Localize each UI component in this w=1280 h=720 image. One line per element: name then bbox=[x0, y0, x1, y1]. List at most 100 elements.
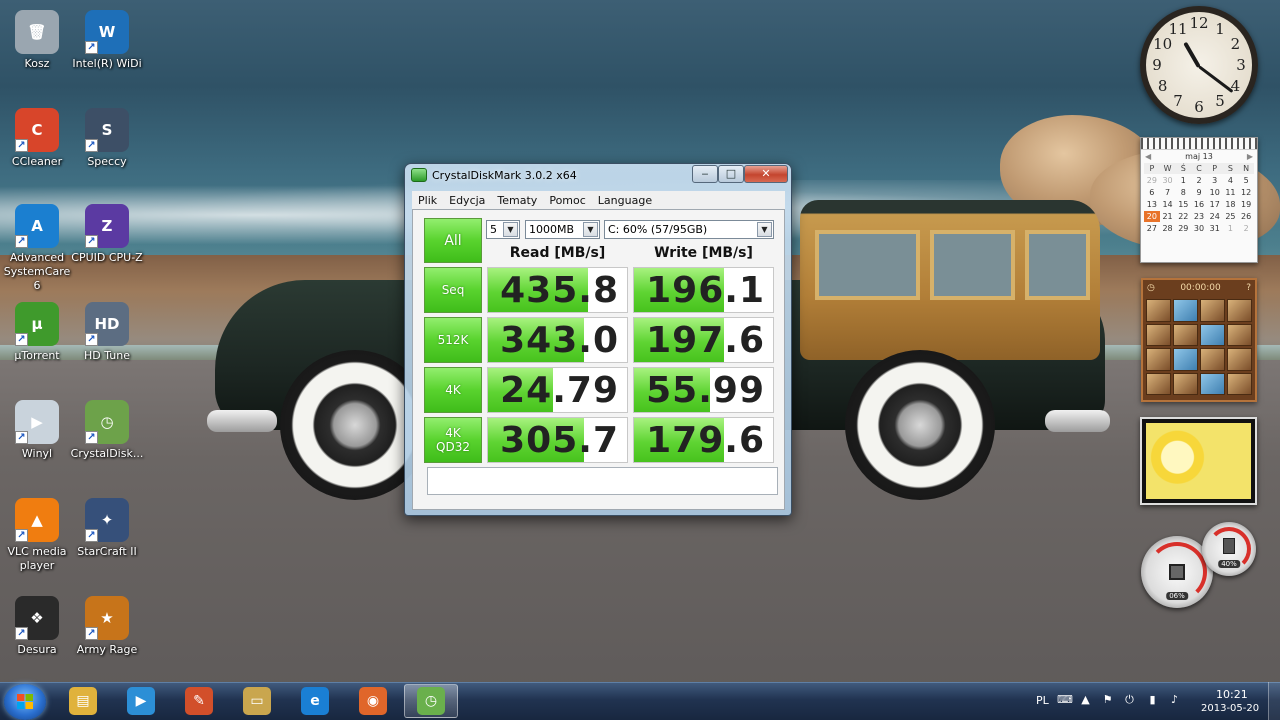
picture-puzzle-gadget[interactable]: ◷ 00:00:00 ? bbox=[1141, 278, 1257, 402]
menu-edycja[interactable]: Edycja bbox=[443, 194, 491, 207]
desktop-icon[interactable]: HD ↗ HD Tune bbox=[70, 296, 144, 384]
puzzle-tile[interactable] bbox=[1146, 348, 1171, 371]
calendar-day[interactable]: 24 bbox=[1207, 211, 1223, 222]
close-button[interactable]: ✕ bbox=[744, 165, 788, 183]
calendar-day[interactable]: 30 bbox=[1191, 223, 1207, 234]
taskbar-item[interactable]: ◉ bbox=[346, 684, 400, 718]
taskbar-item[interactable]: ✎ bbox=[172, 684, 226, 718]
start-button[interactable] bbox=[4, 684, 46, 720]
desktop-icon[interactable]: W ↗ Intel(R) WiDi bbox=[70, 4, 144, 92]
keyboard-icon[interactable]: ⌨ bbox=[1057, 693, 1073, 706]
calendar-day[interactable]: 3 bbox=[1207, 175, 1223, 186]
clock-gadget[interactable]: 12 1 2 3 4 5 6 7 8 9 10 11 bbox=[1140, 6, 1258, 124]
desktop-icon[interactable]: ▶ ↗ Winyl bbox=[0, 394, 74, 482]
calendar-day[interactable]: 2 bbox=[1191, 175, 1207, 186]
calendar-day[interactable]: 31 bbox=[1207, 223, 1223, 234]
test-button[interactable]: Seq bbox=[424, 267, 482, 313]
taskbar-item[interactable]: e bbox=[288, 684, 342, 718]
calendar-day[interactable]: 6 bbox=[1144, 187, 1160, 198]
chevron-down-icon[interactable]: ▼ bbox=[503, 222, 518, 237]
calendar-day[interactable]: 29 bbox=[1144, 175, 1160, 186]
calendar-day[interactable]: 26 bbox=[1238, 211, 1254, 222]
calendar-day[interactable]: 9 bbox=[1191, 187, 1207, 198]
desktop-icon[interactable]: ❖ ↗ Desura bbox=[0, 590, 74, 678]
taskbar-item[interactable]: ▶ bbox=[114, 684, 168, 718]
puzzle-tile[interactable] bbox=[1146, 299, 1171, 322]
clock-date[interactable]: 2013-05-20 bbox=[1201, 703, 1259, 714]
calendar-day[interactable]: 23 bbox=[1191, 211, 1207, 222]
puzzle-tile[interactable] bbox=[1200, 372, 1225, 395]
puzzle-tile[interactable] bbox=[1146, 372, 1171, 395]
calendar-day[interactable]: 19 bbox=[1238, 199, 1254, 210]
calendar-day[interactable]: 18 bbox=[1223, 199, 1239, 210]
desktop-icon[interactable]: ✦ ↗ StarCraft II bbox=[70, 492, 144, 580]
calendar-prev-icon[interactable]: ◀ bbox=[1145, 152, 1151, 161]
calendar-day[interactable]: 7 bbox=[1160, 187, 1176, 198]
menu-pomoc[interactable]: Pomoc bbox=[543, 194, 591, 207]
power-icon[interactable]: ⏻ bbox=[1123, 693, 1136, 706]
desktop-icon[interactable]: Z ↗ CPUID CPU-Z bbox=[70, 198, 144, 286]
desktop-icon[interactable]: µ ↗ µTorrent bbox=[0, 296, 74, 384]
drive-select[interactable]: C: 60% (57/95GB) ▼ bbox=[604, 220, 774, 239]
calendar-day[interactable]: 22 bbox=[1175, 211, 1191, 222]
calendar-day[interactable]: 21 bbox=[1160, 211, 1176, 222]
chevron-down-icon[interactable]: ▼ bbox=[583, 222, 598, 237]
calendar-day[interactable]: 28 bbox=[1160, 223, 1176, 234]
menu-tematy[interactable]: Tematy bbox=[491, 194, 543, 207]
menu-plik[interactable]: Plik bbox=[412, 194, 443, 207]
puzzle-tile[interactable] bbox=[1173, 372, 1198, 395]
taskbar-item[interactable]: ▤ bbox=[56, 684, 110, 718]
calendar-day[interactable]: 13 bbox=[1144, 199, 1160, 210]
desktop-icon[interactable]: ▲ ↗ VLC media player bbox=[0, 492, 74, 580]
puzzle-tile[interactable] bbox=[1173, 323, 1198, 346]
puzzle-tile[interactable] bbox=[1173, 348, 1198, 371]
calendar-day[interactable]: 30 bbox=[1160, 175, 1176, 186]
calendar-day[interactable]: 14 bbox=[1160, 199, 1176, 210]
calendar-day[interactable]: 5 bbox=[1238, 175, 1254, 186]
desktop-icon[interactable]: C ↗ CCleaner bbox=[0, 102, 74, 190]
puzzle-tile[interactable] bbox=[1200, 323, 1225, 346]
comment-field[interactable] bbox=[427, 467, 778, 495]
puzzle-tile[interactable] bbox=[1227, 323, 1252, 346]
calendar-day[interactable]: 20 bbox=[1144, 211, 1160, 222]
desktop-icon[interactable]: 🗑 Kosz bbox=[0, 4, 74, 92]
calendar-day[interactable]: 27 bbox=[1144, 223, 1160, 234]
desktop-icon[interactable]: A ↗ Advanced SystemCare 6 bbox=[0, 198, 74, 292]
calendar-day[interactable]: 10 bbox=[1207, 187, 1223, 198]
taskbar-item[interactable]: ◷ bbox=[404, 684, 458, 718]
puzzle-tile[interactable] bbox=[1227, 348, 1252, 371]
action-center-flag-icon[interactable]: ⚑ bbox=[1101, 693, 1114, 706]
show-desktop-button[interactable] bbox=[1268, 682, 1280, 720]
calendar-day[interactable]: 17 bbox=[1207, 199, 1223, 210]
window-titlebar[interactable]: CrystalDiskMark 3.0.2 x64 ‒ □ ✕ bbox=[405, 164, 791, 186]
calendar-day[interactable]: 15 bbox=[1175, 199, 1191, 210]
language-indicator[interactable]: PL bbox=[1036, 694, 1049, 707]
calendar-day[interactable]: 8 bbox=[1175, 187, 1191, 198]
calendar-day[interactable]: 12 bbox=[1238, 187, 1254, 198]
calendar-day[interactable]: 1 bbox=[1175, 175, 1191, 186]
maximize-button[interactable]: □ bbox=[718, 165, 744, 183]
calendar-day[interactable]: 11 bbox=[1223, 187, 1239, 198]
puzzle-tile[interactable] bbox=[1173, 299, 1198, 322]
calendar-day[interactable]: 16 bbox=[1191, 199, 1207, 210]
volume-icon[interactable]: ♪ bbox=[1168, 693, 1181, 706]
menu-language[interactable]: Language bbox=[592, 194, 658, 207]
all-button[interactable]: All bbox=[424, 218, 482, 263]
puzzle-tile[interactable] bbox=[1146, 323, 1171, 346]
slideshow-gadget[interactable] bbox=[1140, 417, 1257, 505]
calendar-day[interactable]: 25 bbox=[1223, 211, 1239, 222]
runs-select[interactable]: 5 ▼ bbox=[486, 220, 520, 239]
test-button[interactable]: 512K bbox=[424, 317, 482, 363]
chevron-down-icon[interactable]: ▼ bbox=[757, 222, 772, 237]
clock-time[interactable]: 10:21 bbox=[1216, 688, 1248, 701]
puzzle-tile[interactable] bbox=[1200, 348, 1225, 371]
puzzle-help-icon[interactable]: ? bbox=[1246, 283, 1251, 293]
desktop-icon[interactable]: S ↗ Speccy bbox=[70, 102, 144, 190]
minimize-button[interactable]: ‒ bbox=[692, 165, 718, 183]
test-button[interactable]: 4K bbox=[424, 367, 482, 413]
puzzle-tile[interactable] bbox=[1227, 299, 1252, 322]
taskbar-item[interactable]: ▭ bbox=[230, 684, 284, 718]
network-signal-icon[interactable]: ▮ bbox=[1146, 693, 1159, 706]
test-button[interactable]: 4K QD32 bbox=[424, 417, 482, 463]
puzzle-tile[interactable] bbox=[1200, 299, 1225, 322]
